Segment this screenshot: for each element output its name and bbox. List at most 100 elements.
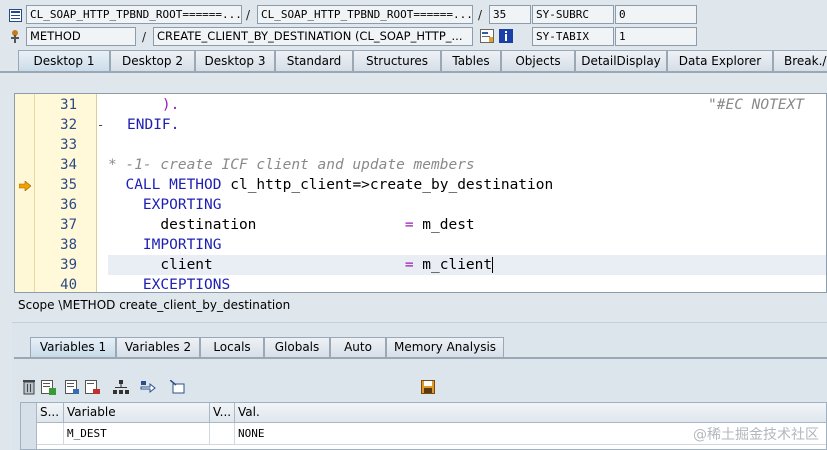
insert-row-icon[interactable]	[39, 378, 57, 396]
watermark: @稀土掘金技术社区	[693, 427, 819, 443]
code-text: destination = m_dest	[108, 215, 475, 235]
method-icon	[7, 28, 23, 44]
variables-tab-strip: Variables 1 Variables 2 Locals Globals A…	[0, 337, 827, 358]
desktop-tab-strip: Desktop 1 Desktop 2 Desktop 3 Standard S…	[0, 50, 827, 72]
sy-subrc-value[interactable]: 0	[615, 5, 697, 24]
code-token: * -1- create ICF client and update membe…	[108, 157, 475, 173]
tab-data-explorer[interactable]: Data Explorer	[667, 50, 773, 72]
line-number: 38	[60, 237, 77, 253]
save-icon[interactable]	[419, 378, 437, 396]
code-text: client = m_client	[108, 255, 494, 275]
code-text: IMPORTING	[108, 235, 222, 255]
code-text: EXCEPTIONS	[108, 275, 231, 293]
code-line-36[interactable]: 36 EXPORTING	[15, 195, 826, 215]
tab-desktop-1[interactable]: Desktop 1	[18, 50, 110, 72]
code-line-34[interactable]: 34 * -1- create ICF client and update mem…	[15, 155, 826, 175]
info-icon[interactable]	[498, 28, 514, 44]
tab-detail-display[interactable]: DetailDisplay	[575, 50, 667, 72]
delete-row-icon[interactable]	[83, 378, 101, 396]
code-line-39[interactable]: 39 client = m_client	[15, 255, 826, 275]
include-field[interactable]: CL_SOAP_HTTP_TPBND_ROOT======...	[257, 5, 473, 24]
tab-breakpoints[interactable]: Break./Watchpoints	[773, 50, 827, 72]
hierarchy-icon[interactable]	[112, 378, 130, 396]
line-number-field[interactable]: 35	[489, 5, 531, 24]
code-line-31[interactable]: 31 ).	[15, 95, 826, 115]
separator: /	[478, 8, 483, 22]
code-line-40[interactable]: 40 EXCEPTIONS	[15, 275, 826, 293]
tab-memory-analysis[interactable]: Memory Analysis	[386, 337, 504, 358]
program-field[interactable]: CL_SOAP_HTTP_TPBND_ROOT======...	[26, 5, 242, 24]
tab-desktop-2[interactable]: Desktop 2	[110, 50, 195, 72]
variables-tab-underline	[14, 357, 827, 359]
code-token: =	[404, 217, 414, 233]
code-token: EXPORTING	[142, 197, 222, 213]
code-token: ENDIF.	[127, 117, 180, 133]
delete-icon[interactable]	[20, 378, 38, 396]
line-number: 34	[60, 157, 77, 173]
variable-v-cell[interactable]	[210, 423, 235, 445]
display-source-icon[interactable]	[479, 28, 495, 44]
code-text: * -1- create ICF client and update membe…	[108, 155, 475, 175]
scope-label: Scope \METHOD create_client_by_destinati…	[18, 298, 291, 312]
variable-name-cell[interactable]: M_DEST	[64, 423, 210, 445]
navigate-icon[interactable]	[139, 378, 157, 396]
column-header-variable[interactable]: Variable	[64, 403, 210, 423]
status-row-event: METHOD / CREATE_CLIENT_BY_DESTINATION (C…	[0, 27, 827, 47]
tab-auto[interactable]: Auto	[330, 337, 386, 358]
tab-locals[interactable]: Locals	[200, 337, 264, 358]
tab-objects[interactable]: Objects	[501, 50, 575, 72]
code-token: client	[108, 257, 405, 273]
code-token: cl_http_client=>create_by_destination	[221, 177, 554, 193]
separator: /	[246, 8, 251, 22]
tab-structures[interactable]: Structures	[353, 50, 441, 72]
line-number: 39	[60, 257, 77, 273]
object-icon[interactable]	[168, 378, 186, 396]
code-token: =	[404, 257, 414, 273]
line-number: 40	[60, 277, 77, 293]
tab-globals[interactable]: Globals	[264, 337, 330, 358]
line-number: 35	[60, 177, 77, 193]
code-line-38[interactable]: 38 IMPORTING	[15, 235, 826, 255]
code-token: EXCEPTIONS	[142, 277, 231, 293]
code-line-33[interactable]: 33	[15, 135, 826, 155]
tab-desktop-3[interactable]: Desktop 3	[195, 50, 275, 72]
line-number: 33	[60, 137, 77, 153]
line-number: 36	[60, 197, 77, 213]
append-row-icon[interactable]	[63, 378, 81, 396]
column-header-value[interactable]: Val.	[235, 403, 826, 423]
tab-tables[interactable]: Tables	[441, 50, 501, 72]
code-token: destination	[108, 217, 405, 233]
sy-tabix-label: SY-TABIX	[532, 27, 614, 46]
tab-variables-2[interactable]: Variables 2	[116, 337, 200, 358]
line-number: 37	[60, 217, 77, 233]
event-type-field[interactable]: METHOD	[26, 27, 136, 46]
code-token: m_client	[413, 257, 493, 273]
sy-subrc-label: SY-SUBRC	[532, 5, 614, 24]
row-status-cell[interactable]	[37, 423, 64, 445]
sy-tabix-value[interactable]: 1	[615, 27, 697, 46]
line-31-trailing-comment: "#EC NOTEXT	[708, 97, 805, 113]
code-line-35[interactable]: 35 CALL METHOD cl_http_client=>create_by…	[15, 175, 826, 195]
column-header-status[interactable]: S...	[37, 403, 64, 423]
code-line-37[interactable]: 37 destination = m_dest	[15, 215, 826, 235]
event-field[interactable]: CREATE_CLIENT_BY_DESTINATION (CL_SOAP_HT…	[153, 27, 473, 46]
tab-strip-underline	[0, 71, 827, 73]
source-code-editor[interactable]: 31 ). 32 - ENDIF. 33 34 * -1- create ICF clien…	[14, 93, 827, 293]
column-header-v[interactable]: V...	[210, 403, 235, 423]
code-line-32[interactable]: 32 - ENDIF.	[15, 115, 826, 135]
program-icon	[7, 7, 23, 23]
row-selector-column[interactable]	[21, 403, 37, 449]
code-text: ENDIF.	[127, 115, 179, 135]
fold-marker-icon[interactable]: -	[97, 115, 104, 135]
line-number: 31	[60, 97, 77, 113]
tab-standard[interactable]: Standard	[275, 50, 353, 72]
separator: /	[142, 30, 147, 44]
code-token: m_dest	[413, 217, 475, 233]
tab-variables-1[interactable]: Variables 1	[30, 337, 116, 358]
code-text: CALL METHOD cl_http_client=>create_by_de…	[108, 175, 553, 195]
